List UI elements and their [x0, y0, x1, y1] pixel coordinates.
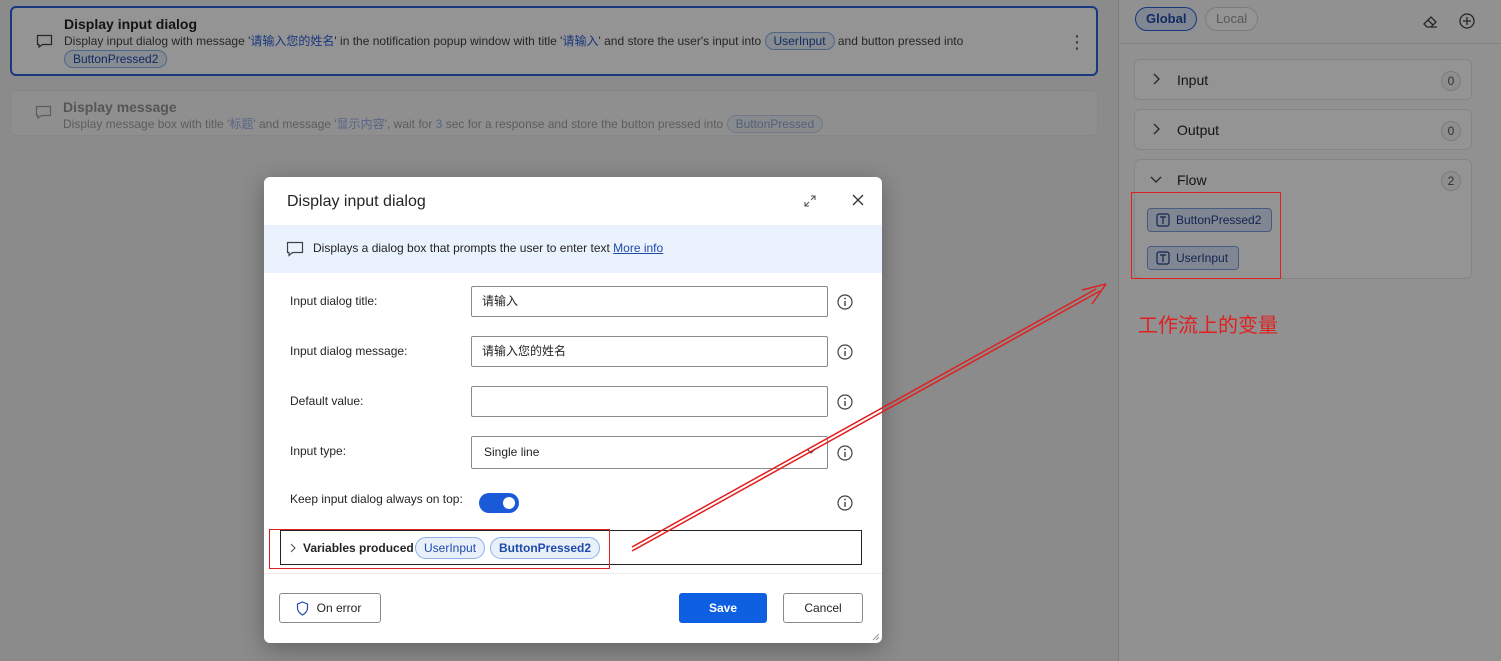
expand-icon[interactable] — [802, 193, 818, 209]
input-dialog-message-field[interactable]: 请输入您的姓名 — [471, 336, 828, 367]
display-input-dialog-modal: Display input dialog Displays a dialog b… — [264, 177, 882, 643]
more-info-link[interactable]: More info — [613, 241, 663, 255]
field-label: Input type: — [290, 444, 347, 458]
annotation-text: 工作流上的变量 — [1138, 313, 1278, 337]
always-on-top-toggle[interactable] — [479, 493, 519, 513]
chevron-down-icon — [806, 448, 816, 454]
default-value-field[interactable] — [471, 386, 828, 417]
field-label: Default value: — [290, 394, 364, 408]
annotation-highlight-box — [269, 529, 610, 569]
input-type-select[interactable]: Single line — [471, 436, 828, 469]
info-icon[interactable] — [836, 293, 854, 311]
field-label: Input dialog title: — [290, 294, 378, 308]
info-icon[interactable] — [836, 444, 854, 462]
footer-divider — [264, 573, 882, 574]
shield-icon — [296, 601, 309, 616]
field-label: Input dialog message: — [290, 344, 408, 358]
info-bar: Displays a dialog box that prompts the u… — [264, 225, 882, 273]
save-button[interactable]: Save — [679, 593, 767, 623]
message-icon — [286, 241, 304, 257]
annotation-highlight-box — [1131, 192, 1281, 279]
close-icon[interactable] — [850, 192, 866, 208]
on-error-button[interactable]: On error — [279, 593, 381, 623]
field-label: Keep input dialog always on top: — [290, 492, 463, 506]
cancel-button[interactable]: Cancel — [783, 593, 863, 623]
dialog-title: Display input dialog — [287, 193, 426, 210]
resize-handle-icon[interactable] — [872, 633, 880, 641]
info-icon[interactable] — [836, 343, 854, 361]
input-dialog-title-field[interactable]: 请输入 — [471, 286, 828, 317]
info-icon[interactable] — [836, 494, 854, 512]
info-icon[interactable] — [836, 393, 854, 411]
